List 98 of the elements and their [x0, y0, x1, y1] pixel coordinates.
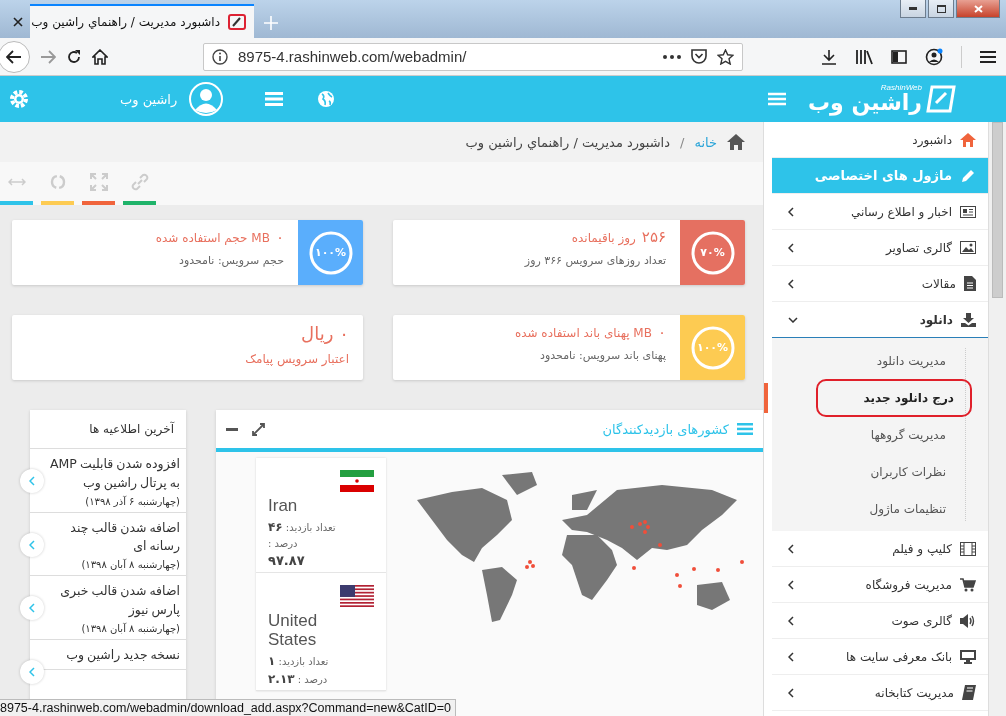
more-icon[interactable] [663, 54, 681, 59]
stat-value: ۰ [339, 323, 349, 344]
chevron-icon [788, 687, 794, 698]
minimize-icon[interactable] [226, 427, 238, 431]
news-date: (چهارشنبه ۸ آبان ۱۳۹۸) [80, 559, 180, 570]
list-icon [737, 423, 753, 435]
panel-title: آخرین اطلاعیه ها [30, 410, 186, 449]
news-date: (چهارشنبه ۶ آذر ۱۳۹۸) [84, 495, 180, 507]
submenu-item[interactable]: تنظیمات ماژول [857, 489, 958, 528]
chevron-icon [788, 615, 794, 626]
home-icon [727, 134, 745, 150]
speaker-icon [960, 613, 976, 628]
pocket-icon[interactable] [691, 49, 707, 64]
chevron-icon [788, 278, 794, 289]
stat-title: ریال [301, 323, 334, 344]
logo-icon [228, 14, 246, 30]
stat-subtitle: اعتبار سرویس پیامک [244, 352, 349, 366]
maximize-button[interactable] [928, 0, 954, 18]
document-icon [964, 276, 976, 291]
logo-subtext: RashinWeb [880, 84, 922, 92]
flag-icon [340, 470, 374, 492]
submenu-item[interactable]: مدیریت دانلود [864, 341, 958, 380]
breadcrumb-separator: / [680, 134, 685, 150]
stat-subtitle: حجم سرویس: نامحدود [178, 254, 284, 267]
close-button[interactable] [956, 0, 1000, 18]
minimize-button[interactable] [900, 0, 926, 18]
percent-value: درصد : ۲.۱۳ [268, 671, 328, 686]
news-title[interactable]: اضافه شدن قالب چند رسانه ای [44, 518, 180, 556]
chevron-icon [29, 476, 35, 486]
newspaper-icon [960, 205, 976, 218]
close-icon [973, 4, 983, 13]
expand-icon[interactable] [252, 422, 265, 436]
stat-subtitle: تعداد روزهای سرویس ۳۶۶ روز [523, 254, 666, 267]
account-icon[interactable] [925, 47, 943, 66]
back-arrow-icon [6, 49, 22, 64]
address-bar[interactable]: 8975-4.rashinweb.com/webadmin/ [203, 42, 743, 71]
percent-value: ۹۷.۸۷ [268, 552, 305, 568]
link-status-tooltip: 8975-4.rashinweb.com/webadmin/download_add.aspx?Command=new&CatID=0 [0, 699, 456, 716]
sidebar-icon[interactable] [891, 49, 907, 64]
star-icon[interactable] [717, 48, 734, 65]
back-button[interactable] [0, 40, 30, 73]
active-indicator [764, 383, 768, 413]
submenu-item[interactable]: مدیریت گروهها [858, 415, 958, 454]
chevron-icon [788, 206, 794, 217]
flag-icon [340, 584, 374, 607]
home-icon[interactable] [92, 48, 108, 65]
gauge-label: ۷۰% [700, 246, 725, 259]
image-icon [960, 241, 976, 254]
pencil-icon [960, 167, 976, 184]
news-date: (چهارشنبه ۸ آبان ۱۳۹۸) [80, 622, 180, 634]
chevron-icon [788, 316, 798, 323]
breadcrumb-current: داشبورد مديريت / راهنماي راشين وب [465, 134, 670, 150]
stat-value: ۲۵۶ [641, 228, 666, 246]
tab-title: داشبورد مديريت / راهنماي راشين وب [31, 15, 220, 29]
chevron-icon [29, 539, 35, 550]
news-title[interactable]: نسخه جدید راشین وب [44, 645, 180, 665]
visit-count: تعداد بازدید: ۱ [268, 653, 329, 668]
news-title[interactable]: اضافه شدن قالب خبری پارس نیوز [44, 582, 180, 620]
stat-title: MB حجم استفاده شده [155, 231, 270, 245]
news-title[interactable]: افزوده شدن قابلیت AMP به پرتال راشین وب [44, 455, 180, 493]
maximize-icon [936, 4, 946, 13]
country-name: United States [268, 610, 319, 650]
close-icon[interactable] [13, 17, 24, 27]
submenu-item[interactable]: نظرات کاربران [858, 452, 958, 491]
chevron-icon [29, 603, 35, 613]
chevron-icon [788, 651, 794, 662]
chevron-icon [788, 242, 794, 253]
stat-value: ۰ [657, 323, 666, 341]
panel-title: کشورهای بازدیدکنندگان [602, 421, 729, 437]
submenu-item[interactable]: درج دانلود جدید [815, 378, 972, 417]
percent-label: درصد : [268, 537, 298, 549]
book-icon [962, 685, 976, 700]
chevron-icon [788, 543, 794, 554]
home-icon [960, 132, 976, 147]
stat-value: ۰ [275, 228, 284, 246]
logo-text: راشین وب [807, 92, 922, 114]
library-icon[interactable] [855, 48, 873, 65]
gauge-label: ۱۰۰% [696, 341, 729, 354]
gauge-label: ۱۰۰% [314, 246, 347, 259]
download-icon [961, 312, 976, 327]
menu-icon[interactable] [980, 49, 996, 64]
download-icon[interactable] [821, 48, 837, 65]
info-icon [212, 48, 228, 65]
stat-subtitle: پهنای باند سرویس: نامحدود [539, 349, 666, 362]
scrollbar[interactable] [988, 122, 1006, 716]
stat-title: MB پهنای باند استفاده شده [514, 326, 652, 340]
film-icon [960, 541, 976, 556]
chevron-icon [788, 579, 794, 590]
country-name: Iran [268, 496, 299, 516]
visit-count: تعداد بازدید: ۴۶ [268, 519, 336, 534]
logo-icon [926, 85, 956, 113]
minimize-icon [909, 7, 917, 10]
cart-icon [960, 577, 976, 592]
chevron-icon [29, 666, 35, 677]
forward-arrow-icon[interactable] [40, 49, 56, 64]
monitor-icon [960, 649, 976, 664]
reload-icon[interactable] [66, 48, 82, 65]
stat-title: روز باقیمانده [571, 231, 636, 245]
